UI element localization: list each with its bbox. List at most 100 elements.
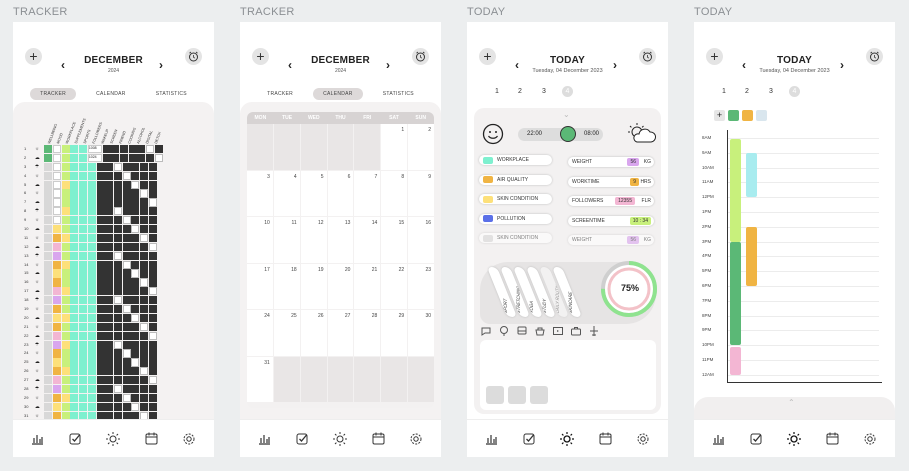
habit-cell[interactable] — [131, 385, 140, 394]
tracker-cell[interactable] — [87, 171, 96, 180]
tracker-cell[interactable] — [44, 153, 53, 163]
tracker-cell[interactable] — [79, 171, 88, 180]
habit-cell[interactable] — [131, 180, 140, 189]
tracker-cell[interactable] — [53, 349, 62, 358]
habit-cell[interactable] — [139, 358, 148, 367]
habit-cell[interactable] — [139, 269, 148, 278]
habit-cell[interactable] — [96, 171, 105, 180]
habit-cell[interactable] — [105, 189, 114, 198]
stats-icon[interactable] — [484, 431, 500, 447]
habit-cell[interactable] — [139, 287, 148, 296]
habit-cell[interactable] — [105, 385, 114, 394]
tracker-cell[interactable] — [87, 269, 96, 278]
habit-cell[interactable] — [122, 385, 131, 394]
habit-cell[interactable] — [122, 331, 131, 340]
tracker-cell[interactable] — [61, 313, 70, 323]
tracker-cell[interactable] — [79, 153, 88, 163]
tracker-cell[interactable] — [44, 340, 53, 349]
habit-cell[interactable] — [139, 385, 148, 394]
habit-cell[interactable] — [105, 340, 114, 349]
habit-cell[interactable] — [131, 376, 140, 385]
tracker-cell[interactable] — [61, 171, 70, 180]
tab-statistics[interactable]: STATISTICS — [146, 88, 197, 100]
tracker-cell[interactable] — [44, 225, 53, 234]
habit-cell[interactable] — [122, 313, 131, 323]
habit-cell[interactable] — [105, 260, 114, 269]
tracker-cell[interactable] — [79, 278, 88, 287]
shop-icon[interactable] — [534, 325, 546, 337]
habit-cell[interactable] — [139, 296, 148, 305]
habit-cell[interactable] — [139, 233, 148, 243]
tracker-cell[interactable] — [53, 340, 62, 349]
habit-cell[interactable] — [102, 145, 111, 154]
habit-cell[interactable] — [105, 278, 114, 287]
tracker-cell[interactable] — [53, 225, 62, 234]
tab-calendar[interactable]: CALENDAR — [86, 88, 136, 100]
habit-cell[interactable] — [148, 305, 157, 314]
habit-cell[interactable] — [105, 296, 114, 305]
habit-cell[interactable] — [139, 313, 148, 323]
weather-icon[interactable]: ☂ — [35, 207, 44, 215]
habit-cell[interactable] — [148, 198, 157, 207]
tracker-cell[interactable] — [53, 305, 62, 314]
tracker-cell[interactable] — [61, 153, 70, 163]
habit-cell[interactable] — [131, 367, 140, 376]
calendar-day[interactable]: 29 — [381, 310, 408, 356]
settings-gear-icon[interactable] — [408, 431, 424, 447]
habit-cell[interactable] — [119, 153, 128, 163]
plane-icon[interactable] — [588, 325, 600, 337]
tracker-cell[interactable] — [79, 358, 88, 367]
settings-gear-icon[interactable] — [862, 431, 878, 447]
weather-icon[interactable]: ☼ — [35, 172, 44, 180]
page-1[interactable]: 1 — [722, 88, 726, 95]
tracker-cell[interactable] — [61, 242, 70, 251]
metric-value[interactable]: 9 — [630, 177, 639, 186]
tracker-cell[interactable] — [70, 322, 79, 331]
tracker-cell[interactable]: 1024 — [87, 153, 102, 163]
habit-cell[interactable] — [139, 331, 148, 340]
tracker-cell[interactable] — [44, 322, 53, 331]
weather-icon[interactable]: ☂ — [35, 296, 44, 304]
habit-cell[interactable] — [113, 367, 122, 376]
habit-cell[interactable] — [131, 305, 140, 314]
habit-cell[interactable] — [131, 225, 140, 234]
tracker-cell[interactable] — [61, 287, 70, 296]
habit-cell[interactable] — [113, 171, 122, 180]
settings-gear-icon[interactable] — [635, 431, 651, 447]
metric-row[interactable]: FOLLOWERS 12355 FLR — [568, 196, 654, 206]
weather-icon[interactable]: ☂ — [35, 385, 44, 393]
tracker-cell[interactable] — [44, 207, 53, 216]
tracker-cell[interactable] — [53, 296, 62, 305]
habit-cell[interactable] — [131, 233, 140, 243]
calendar-day[interactable]: 18 — [273, 263, 300, 309]
tracker-cell[interactable] — [44, 251, 53, 260]
habit-cell[interactable] — [122, 393, 131, 403]
habit-cell[interactable] — [96, 393, 105, 403]
calendar-day[interactable]: 5 — [300, 170, 327, 216]
habit-cell[interactable] — [131, 313, 140, 323]
habit-cell[interactable] — [105, 331, 114, 340]
habit-cell[interactable] — [96, 358, 105, 367]
tracker-cell[interactable] — [79, 269, 88, 278]
briefcase-icon[interactable] — [570, 325, 582, 337]
habit-cell[interactable] — [122, 233, 131, 243]
habit-cell[interactable] — [105, 198, 114, 207]
tracker-cell[interactable] — [61, 340, 70, 349]
habit-cell[interactable] — [113, 251, 122, 260]
tracker-cell[interactable] — [79, 233, 88, 243]
calendar-day[interactable]: 4 — [273, 170, 300, 216]
tracker-cell[interactable] — [79, 145, 88, 154]
habit-cell[interactable] — [113, 189, 122, 198]
tab-calendar[interactable]: CALENDAR — [313, 88, 363, 100]
habit-cell[interactable] — [139, 198, 148, 207]
calendar-day[interactable]: 9 — [408, 170, 434, 216]
page-4-active[interactable]: 4 — [562, 86, 573, 97]
habit-cell[interactable] — [122, 340, 131, 349]
tracker-cell[interactable] — [44, 171, 53, 180]
tracker-cell[interactable] — [53, 233, 62, 243]
habit-cell[interactable] — [148, 233, 157, 243]
chevron-down-icon[interactable]: ⌄ — [563, 110, 570, 119]
habit-cell[interactable] — [96, 385, 105, 394]
tracker-cell[interactable] — [79, 305, 88, 314]
habit-cell[interactable] — [105, 251, 114, 260]
